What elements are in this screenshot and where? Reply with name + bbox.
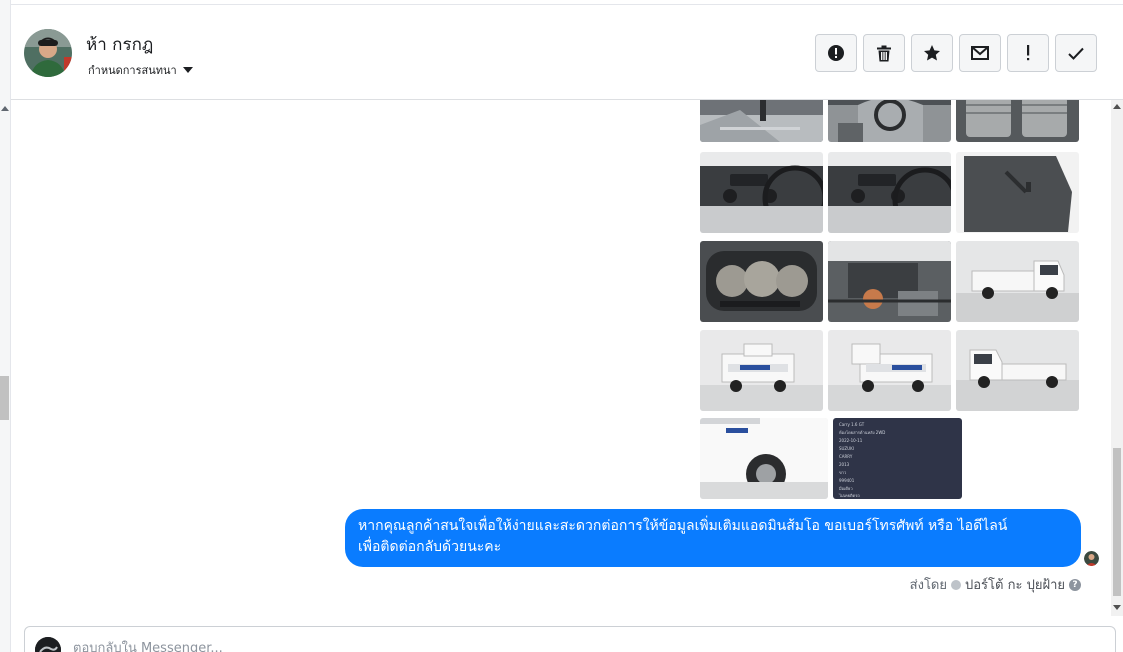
envelope-icon [971,46,989,60]
scrollbar-thumb[interactable] [1113,448,1121,596]
reply-input[interactable] [73,637,973,652]
mark-done-button[interactable] [1055,34,1097,72]
svg-text:ไม่เคยติดรถ: ไม่เคยติดรถ [838,493,860,498]
star-button[interactable] [911,34,953,72]
message-text-line2: เพื่อติดต่อกลับด้วยนะคะ [358,539,502,555]
gallery-image[interactable] [956,241,1079,322]
svg-text:CARRY: CARRY [839,454,853,459]
svg-text:Carry 1.6 GT: Carry 1.6 GT [839,422,865,427]
alert-circle-icon [828,45,844,61]
spec-card-image[interactable]: Carry 1.6 GT ห้องโดยสารด้านหลัง 2WD 2022… [833,418,962,499]
gallery-image[interactable] [700,152,823,233]
svg-text:2022-10-11: 2022-10-11 [839,438,863,443]
gallery-image[interactable] [700,100,823,142]
sent-by-info: ส่งโดย ปอร์โต้ กะ ปุยฝ้าย ? [910,574,1081,595]
assign-conversation-dropdown[interactable]: กำหนดการสนทนา [88,61,193,79]
help-icon[interactable]: ? [1069,578,1081,591]
svg-text:มือเดียว: มือเดียว [839,486,853,491]
avatar[interactable] [24,29,72,77]
trash-icon [877,45,891,61]
svg-text:ขาว: ขาว [839,470,846,475]
mark-important-button[interactable] [1007,34,1049,72]
conversation-list-scrollbar[interactable] [0,0,11,652]
sent-by-name[interactable]: ปอร์โต้ กะ ปุยฝ้าย [965,574,1065,595]
caret-down-icon [182,67,193,73]
gallery-image[interactable] [700,330,823,411]
mark-unread-button[interactable] [959,34,1001,72]
outgoing-message-bubble[interactable]: หากคุณลูกค้าสนใจเพื่อให้ง่ายและสะดวกต่อก… [345,509,1081,567]
scrollbar-thumb[interactable] [0,376,9,420]
check-icon [1068,47,1084,60]
scroll-up-icon[interactable] [1,106,9,111]
reply-composer [24,626,1116,652]
svg-text:SUZUKI: SUZUKI [839,446,854,451]
gallery-image[interactable] [956,330,1079,411]
star-icon [924,45,940,61]
sender-avatar-icon [951,579,961,590]
gallery-image[interactable] [828,241,951,322]
gallery-image[interactable] [700,418,828,499]
delete-button[interactable] [863,34,905,72]
report-spam-button[interactable] [815,34,857,72]
composer-avatar [35,637,61,652]
gallery-image[interactable] [828,152,951,233]
message-text-line1: หากคุณลูกค้าสนใจเพื่อให้ง่ายและสะดวกต่อก… [358,518,1008,534]
assign-label: กำหนดการสนทนา [88,64,177,77]
gallery-image[interactable] [956,100,1079,142]
gallery-image[interactable] [956,152,1079,233]
gallery-image[interactable] [828,100,951,142]
action-toolbar [815,34,1097,72]
svg-text:2013: 2013 [839,462,850,467]
contact-name[interactable]: ห้า กรกฎ [86,31,153,58]
seen-avatar [1084,551,1099,566]
message-thread[interactable]: Carry 1.6 GT ห้องโดยสารด้านหลัง 2WD 2022… [11,100,1111,616]
svg-text:999401: 999401 [839,478,855,483]
thread-scrollbar[interactable] [1111,100,1123,616]
gallery-image[interactable] [828,330,951,411]
scroll-up-icon[interactable] [1113,104,1121,109]
conversation-header: ห้า กรกฎ กำหนดการสนทนา [11,4,1123,100]
exclamation-icon [1027,45,1030,61]
scroll-down-icon[interactable] [1113,605,1121,610]
gallery-image[interactable] [700,241,823,322]
svg-text:ห้องโดยสารด้านหลัง 2WD: ห้องโดยสารด้านหลัง 2WD [839,430,885,435]
sent-by-label: ส่งโดย [909,578,947,593]
